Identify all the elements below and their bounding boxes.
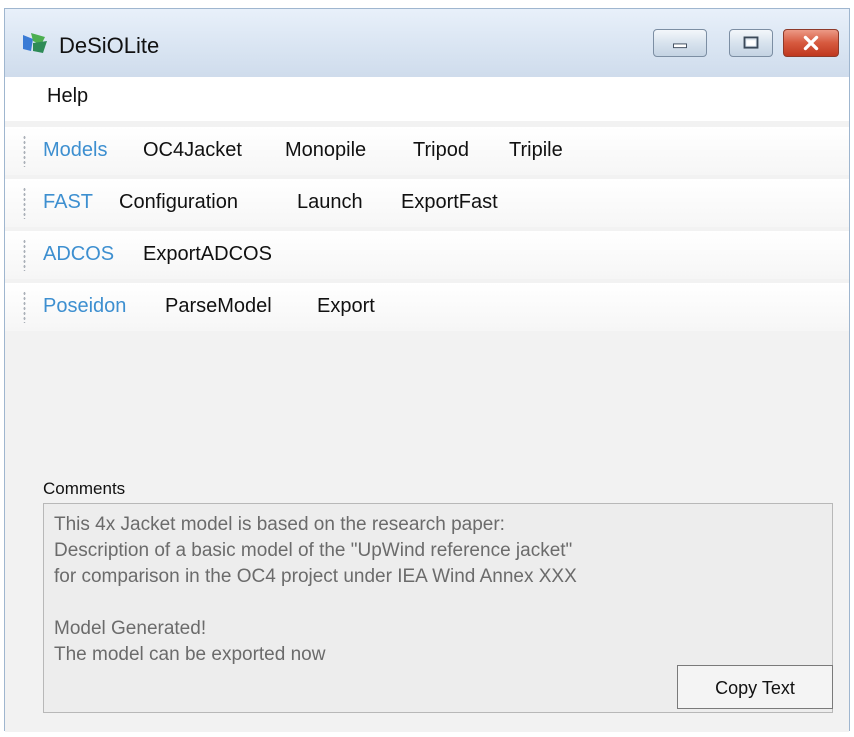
tool-export[interactable]: Export xyxy=(317,295,375,318)
toolstrip-grip[interactable] xyxy=(23,291,26,323)
comment-line: This 4x Jacket model is based on the res… xyxy=(54,514,505,535)
tool-exportadcos[interactable]: ExportADCOS xyxy=(143,243,272,266)
comments-label: Comments xyxy=(43,479,126,498)
tool-configuration[interactable]: Configuration xyxy=(119,191,238,214)
toolstrip-poseidon-label[interactable]: Poseidon xyxy=(43,295,126,318)
tool-exportfast[interactable]: ExportFast xyxy=(401,191,498,214)
close-icon xyxy=(803,35,819,51)
menu-bar xyxy=(5,77,849,121)
tool-parsemodel[interactable]: ParseModel xyxy=(165,295,272,318)
minimize-button[interactable] xyxy=(653,29,707,57)
close-button[interactable] xyxy=(783,29,839,57)
title-bar[interactable]: DeSiOLite xyxy=(5,9,849,77)
tool-monopile[interactable]: Monopile xyxy=(285,139,366,162)
tool-oc4jacket[interactable]: OC4Jacket xyxy=(143,139,242,162)
app-logo-icon xyxy=(23,33,47,53)
copy-text-button[interactable]: Copy Text xyxy=(677,665,833,709)
toolstrip-adcos-label[interactable]: ADCOS xyxy=(43,243,114,266)
comment-line: The model can be exported now xyxy=(54,644,326,665)
maximize-icon xyxy=(743,36,759,49)
comment-line: Model Generated! xyxy=(54,618,207,639)
toolstrip-models: Models OC4Jacket Monopile Tripod Tripile xyxy=(5,127,849,175)
comment-line: for comparison in the OC4 project under … xyxy=(54,566,577,587)
toolstrip-poseidon: Poseidon ParseModel Export xyxy=(5,283,849,331)
toolstrip-grip[interactable] xyxy=(23,135,26,167)
tool-tripod[interactable]: Tripod xyxy=(413,139,469,162)
tool-launch[interactable]: Launch xyxy=(297,191,363,214)
menu-help[interactable]: Help xyxy=(47,85,88,108)
maximize-button[interactable] xyxy=(729,29,773,57)
toolstrip-fast-label[interactable]: FAST xyxy=(43,191,93,214)
toolstrip-fast: FAST Configuration Launch ExportFast xyxy=(5,179,849,227)
toolstrip-models-label[interactable]: Models xyxy=(43,139,107,162)
minimize-icon xyxy=(673,43,687,49)
toolstrip-grip[interactable] xyxy=(23,239,26,271)
tool-tripile[interactable]: Tripile xyxy=(509,139,563,162)
app-window: DeSiOLite Help Models OC4Jacket Monopile xyxy=(4,8,850,732)
window-title: DeSiOLite xyxy=(59,33,160,58)
toolstrip-adcos: ADCOS ExportADCOS xyxy=(5,231,849,279)
toolstrip-grip[interactable] xyxy=(23,187,26,219)
comment-line: Description of a basic model of the "UpW… xyxy=(54,540,573,561)
